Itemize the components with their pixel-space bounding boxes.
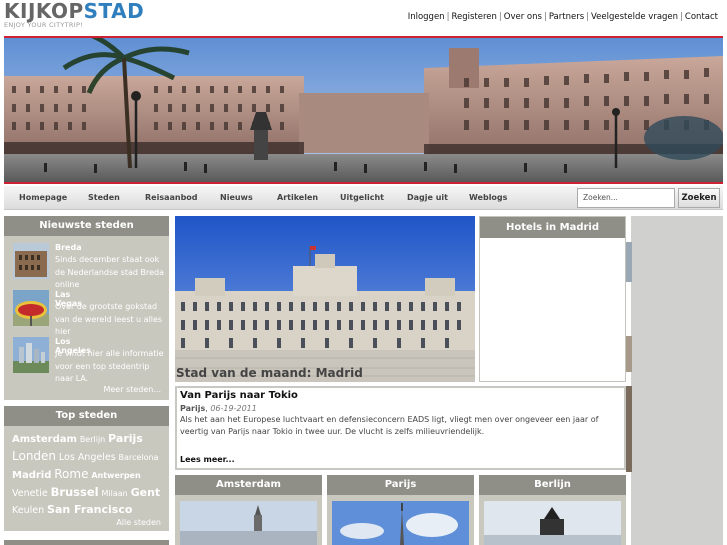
- image-sliver: [626, 336, 632, 372]
- hotels-box: Hotels in Madrid: [479, 216, 626, 382]
- top-cities-box: Top steden Amsterdam Berlijn Parijs Lond…: [4, 406, 169, 531]
- breda-thumbnail: [13, 243, 49, 279]
- search-button[interactable]: Zoeken: [678, 188, 720, 208]
- royal-palace-image: [175, 216, 475, 382]
- tag-londen[interactable]: Londen: [12, 449, 56, 463]
- news-article: Van Parijs naar Tokio Parijs, 06-19-2011…: [175, 386, 626, 470]
- city-description: Sinds december staat ook de Nederlandse …: [55, 255, 164, 289]
- about-link[interactable]: Over ons: [504, 12, 542, 22]
- article-title[interactable]: Van Parijs naar Tokio: [180, 390, 621, 401]
- newest-cities-box: Nieuwste steden Breda Sinds december sta…: [4, 216, 169, 400]
- city-description: Over de grootste gokstad van de wereld l…: [55, 302, 163, 336]
- more-cities-link[interactable]: Meer steden...: [103, 385, 161, 394]
- all-cities-link[interactable]: Alle steden: [116, 518, 161, 527]
- nav-artikelen[interactable]: Artikelen: [277, 193, 318, 202]
- tag-madrid[interactable]: Madrid: [12, 470, 51, 481]
- tag-rome[interactable]: Rome: [54, 467, 88, 481]
- tag-brussel[interactable]: Brussel: [51, 485, 99, 499]
- city-name: Breda: [55, 243, 82, 252]
- article-meta: Parijs, 06-19-2011: [180, 404, 257, 413]
- image-sliver: [626, 386, 632, 472]
- article-date: 06-19-2011: [210, 404, 257, 413]
- city-description: Je vindt hier alle informatie voor een t…: [55, 349, 164, 383]
- city-card-title: Amsterdam: [175, 475, 322, 495]
- city-card-title: Berlijn: [479, 475, 626, 495]
- top-links: Inloggen | Registeren | Over ons | Partners | Ve…: [407, 12, 718, 22]
- tag-san-francisco[interactable]: San Francisco: [47, 503, 132, 516]
- las-vegas-thumbnail: [13, 290, 49, 326]
- tag-cloud: Amsterdam Berlijn Parijs Londen Los Ange…: [12, 431, 168, 519]
- top-cities-title: Top steden: [4, 406, 169, 426]
- city-card-title: Parijs: [327, 475, 474, 495]
- city-card-parijs[interactable]: Parijs: [327, 475, 474, 545]
- tag-parijs[interactable]: Parijs: [108, 432, 143, 445]
- contact-link[interactable]: Contact: [685, 12, 718, 22]
- tag-los-angeles[interactable]: Los Angeles: [59, 452, 116, 463]
- nav-homepage[interactable]: Homepage: [19, 193, 67, 202]
- right-column: [626, 216, 723, 545]
- nav-weblogs[interactable]: Weblogs: [469, 193, 507, 202]
- parijs-image: [332, 501, 469, 545]
- faq-link[interactable]: Veelgestelde vragen: [591, 12, 678, 22]
- nav-steden[interactable]: Steden: [88, 193, 120, 202]
- tag-gent[interactable]: Gent: [131, 486, 161, 499]
- city-of-month-feature[interactable]: Stad van de maand: Madrid: [175, 216, 475, 382]
- read-more-link[interactable]: Lees meer...: [180, 455, 235, 464]
- article-body: Als het aan het Europese luchtvaart en d…: [180, 415, 599, 436]
- search-input[interactable]: Zoeken...: [577, 188, 675, 208]
- berlijn-image: [484, 501, 621, 545]
- register-link[interactable]: Registeren: [451, 12, 496, 22]
- site-logo[interactable]: KIJKOPSTAD ENJOY YOUR CITYTRIP!: [4, 1, 144, 29]
- nav-reisaanbod[interactable]: Reisaanbod: [145, 193, 198, 202]
- tag-barcelona[interactable]: Barcelona: [119, 453, 159, 462]
- sidebar-box-partial: [4, 540, 169, 545]
- hotels-title: Hotels in Madrid: [480, 217, 625, 238]
- nav-dagje-uit[interactable]: Dagje uit: [407, 193, 448, 202]
- city-card-berlijn[interactable]: Berlijn: [479, 475, 626, 545]
- amsterdam-image: [180, 501, 317, 545]
- tag-berlijn[interactable]: Berlijn: [80, 435, 105, 444]
- los-angeles-thumbnail: [13, 337, 49, 373]
- logo-text: KIJKOPSTAD: [4, 0, 145, 23]
- nav-uitgelicht[interactable]: Uitgelicht: [340, 193, 384, 202]
- tag-milaan[interactable]: Milaan: [102, 489, 128, 498]
- tag-amsterdam[interactable]: Amsterdam: [12, 434, 77, 445]
- main-nav: Homepage Steden Reisaanbod Nieuws Artike…: [4, 186, 723, 210]
- tag-keulen[interactable]: Keulen: [12, 505, 44, 516]
- tag-antwerpen[interactable]: Antwerpen: [91, 471, 140, 480]
- partners-link[interactable]: Partners: [549, 12, 584, 22]
- image-sliver: [626, 242, 632, 282]
- city-card-amsterdam[interactable]: Amsterdam: [175, 475, 322, 545]
- tag-venetie[interactable]: Venetie: [12, 488, 48, 499]
- feature-caption: Stad van de maand: Madrid: [176, 366, 363, 380]
- article-city: Parijs: [180, 404, 206, 413]
- header-banner: [4, 36, 723, 184]
- nav-nieuws[interactable]: Nieuws: [220, 193, 253, 202]
- login-link[interactable]: Inloggen: [408, 12, 445, 22]
- plaza-mayor-image: [4, 38, 723, 182]
- newest-cities-title: Nieuwste steden: [4, 216, 169, 236]
